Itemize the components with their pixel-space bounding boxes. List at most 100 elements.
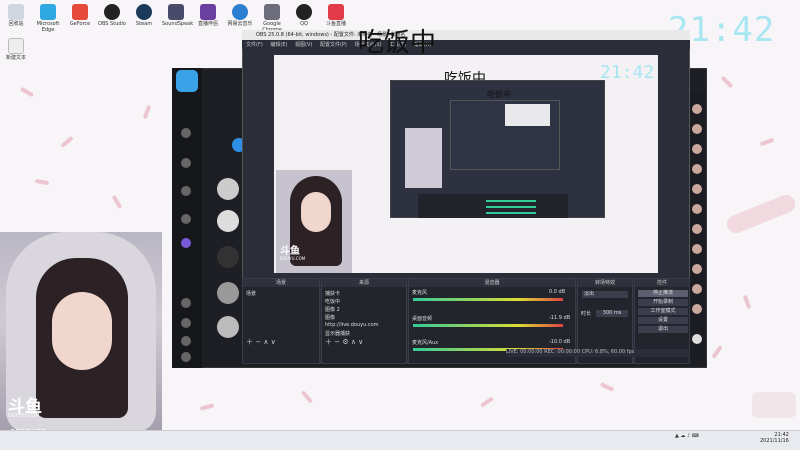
floating-widget[interactable] xyxy=(752,392,796,418)
avatar[interactable] xyxy=(217,282,239,304)
source-item[interactable]: 图像 xyxy=(325,314,335,321)
wifi-icon[interactable] xyxy=(181,214,191,224)
menu-view[interactable]: 视图(V) xyxy=(295,42,312,48)
webcam-face xyxy=(52,292,112,370)
steam-icon xyxy=(136,4,152,20)
netease-icon xyxy=(232,4,248,20)
chrome-icon xyxy=(264,4,280,20)
qq-icon xyxy=(296,4,312,20)
dock-avatar-icon[interactable] xyxy=(692,104,702,114)
avatar[interactable] xyxy=(217,210,239,232)
nested-meter xyxy=(486,206,536,208)
sources-dock: 来源 捕获卡 吃饭中 图像 2 图像 http://live.douyu.com… xyxy=(321,278,407,364)
tool-icon[interactable] xyxy=(181,158,191,168)
desktop-icon-netease[interactable]: 网易云音乐 xyxy=(226,4,254,27)
desktop-icon-text[interactable]: 新建文本 xyxy=(2,38,30,61)
douyu-icon xyxy=(328,4,344,20)
avatar[interactable] xyxy=(217,316,239,338)
dock-avatar-icon[interactable] xyxy=(692,184,702,194)
active-nav-icon[interactable] xyxy=(181,238,191,248)
home-icon[interactable] xyxy=(181,128,191,138)
petal-decoration xyxy=(742,294,752,310)
exit-button[interactable]: 退出 xyxy=(638,326,688,333)
mixer-channel-name: 桌面音频 xyxy=(412,316,433,322)
add-icon[interactable] xyxy=(692,334,702,344)
dock-avatar-icon[interactable] xyxy=(692,124,702,134)
petal-decoration xyxy=(711,345,723,359)
dock-avatar-icon[interactable] xyxy=(692,204,702,214)
system-tray[interactable]: ▲ ☁ ♪ ⌨ xyxy=(675,433,699,439)
scenes-dock: 场景 场景 ＋ − ∧ ∨ xyxy=(242,278,320,364)
overlay-title: 吃饭中 xyxy=(358,28,437,58)
info-icon[interactable] xyxy=(181,352,191,362)
desktop-icon-recycle-bin[interactable]: 回收站 xyxy=(2,4,30,27)
stop-streaming-button[interactable]: 停止推流 xyxy=(638,290,688,297)
taskbar-date: 2021/11/16 xyxy=(760,438,789,444)
obs-icon xyxy=(104,4,120,20)
app-logo-icon xyxy=(176,70,198,92)
search-icon[interactable] xyxy=(181,298,191,308)
live-helper-icon xyxy=(200,4,216,20)
studio-mode-button[interactable]: 工作室模式 xyxy=(638,308,688,315)
dock-avatar-icon[interactable] xyxy=(692,244,702,254)
menu-file[interactable]: 文件(F) xyxy=(246,42,263,48)
dock-avatar-icon[interactable] xyxy=(692,224,702,234)
start-recording-button[interactable]: 开始录制 xyxy=(638,299,688,306)
duration-label: 时长 xyxy=(581,311,592,317)
petal-decoration xyxy=(142,104,152,120)
sources-header: 来源 xyxy=(322,279,406,287)
dock-avatar-icon[interactable] xyxy=(692,144,702,154)
nested-meter xyxy=(486,200,536,202)
mixer-channel-name: 麦克风/Aux xyxy=(412,340,439,346)
edge-icon xyxy=(40,4,56,20)
obs-status-bar: LIVE: 00:00:00 REC: 00:00:00 CPU: 6.8%, … xyxy=(506,349,690,357)
recycle-bin-icon xyxy=(8,4,24,20)
menu-profile[interactable]: 配置文件(P) xyxy=(320,42,347,48)
desktop-icon-live-helper[interactable]: 直播伴侣 xyxy=(194,4,222,27)
preview-watermark-logo: 斗鱼 xyxy=(280,246,300,257)
petal-decoration xyxy=(599,382,615,392)
obs-title-bar[interactable]: OBS 25.0.8 (64-bit, windows) - 配置文件: 未命名… xyxy=(242,30,690,40)
shirt-icon[interactable] xyxy=(181,318,191,328)
desktop-icon-soundspeak[interactable]: SoundSpeak xyxy=(162,4,193,27)
taskbar-clock[interactable]: 21:42 2021/11/16 xyxy=(760,432,789,444)
desktop-icon-geforce[interactable]: GeForce xyxy=(66,4,94,27)
avatar[interactable] xyxy=(217,246,239,268)
avatar[interactable] xyxy=(217,178,239,200)
desktop-icon-edge[interactable]: Microsoft Edge xyxy=(34,4,62,33)
source-item[interactable]: 捕获卡 xyxy=(325,290,340,297)
dock-avatar-icon[interactable] xyxy=(692,284,702,294)
desktop-icon-steam[interactable]: Steam xyxy=(130,4,158,27)
desktop-icon-douyu[interactable]: 斗鱼直播 xyxy=(322,4,350,27)
source-item[interactable]: 显示器捕获 xyxy=(325,330,350,337)
obs-menu-bar: 文件(F) 编辑(E) 视图(V) 配置文件(P) 场景集合(S) 工具(T) … xyxy=(242,40,690,49)
dock-avatar-icon[interactable] xyxy=(692,264,702,274)
webcam-watermark-sub: DOUYU.COM xyxy=(8,413,40,419)
dock-avatar-icon[interactable] xyxy=(692,304,702,314)
duration-input[interactable]: 300 ms xyxy=(596,310,628,317)
preview-clock: 21:42 xyxy=(600,62,655,83)
petal-decoration xyxy=(720,75,734,89)
transition-select[interactable]: 淡出 xyxy=(582,291,628,298)
scene-item[interactable]: 场景 xyxy=(246,290,256,297)
source-item[interactable]: http://live.douyu.com xyxy=(325,322,379,329)
scenes-header: 场景 xyxy=(243,279,319,287)
dock-avatar-icon[interactable] xyxy=(692,164,702,174)
transitions-header: 转场特效 xyxy=(578,279,632,287)
soundspeak-icon xyxy=(168,4,184,20)
petal-decoration xyxy=(759,137,775,147)
desktop-icon-chrome[interactable]: Google Chrome xyxy=(258,4,286,33)
petal-decoration xyxy=(199,403,215,411)
menu-edit[interactable]: 编辑(E) xyxy=(270,42,287,48)
petal-decoration xyxy=(480,396,494,408)
settings-button[interactable]: 设置 xyxy=(638,317,688,324)
preview-watermark-sub: DOUYU.COM xyxy=(280,256,306,261)
volume-meter xyxy=(413,298,563,301)
signal-icon[interactable] xyxy=(181,186,191,196)
petal-decoration xyxy=(111,194,123,210)
desktop-icon-qq[interactable]: QQ xyxy=(290,4,318,27)
desktop-icon-obs[interactable]: OBS Studio xyxy=(98,4,126,27)
gear-icon[interactable] xyxy=(181,336,191,346)
source-item[interactable]: 吃饭中 xyxy=(325,298,340,305)
source-item[interactable]: 图像 2 xyxy=(325,306,340,313)
